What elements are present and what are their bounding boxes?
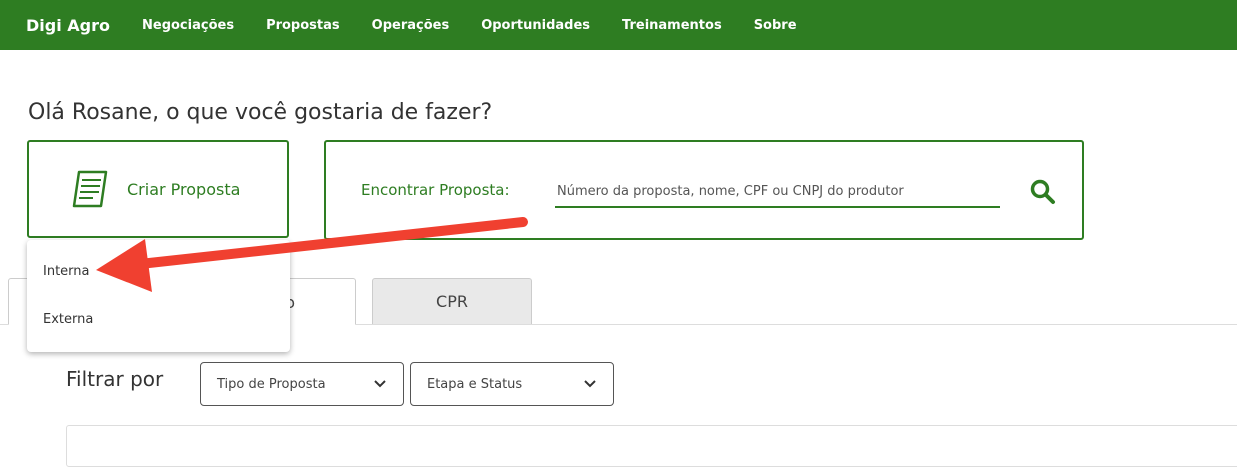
tab-cpr[interactable]: CPR bbox=[372, 278, 532, 324]
document-icon bbox=[72, 170, 108, 208]
nav-item-treinamentos[interactable]: Treinamentos bbox=[622, 18, 722, 33]
nav-item-oportunidades[interactable]: Oportunidades bbox=[481, 18, 590, 33]
proposal-type-select[interactable]: Tipo de Proposta bbox=[200, 362, 404, 406]
chevron-down-icon bbox=[584, 380, 596, 388]
filter-label: Filtrar por bbox=[66, 367, 164, 391]
dropdown-item-interna[interactable]: Interna bbox=[43, 264, 90, 279]
search-input[interactable] bbox=[555, 176, 1000, 208]
select-value: Etapa e Status bbox=[427, 376, 523, 392]
nav-item-negociacoes[interactable]: Negociações bbox=[142, 18, 234, 33]
brand-logo[interactable]: Digi Agro bbox=[26, 16, 110, 35]
page-greeting: Olá Rosane, o que você gostaria de fazer… bbox=[28, 100, 493, 125]
nav-item-operacoes[interactable]: Operações bbox=[372, 18, 450, 33]
find-proposal-label: Encontrar Proposta: bbox=[361, 181, 510, 199]
stage-status-select[interactable]: Etapa e Status bbox=[410, 362, 614, 406]
select-value: Tipo de Proposta bbox=[217, 376, 326, 392]
create-proposal-button[interactable]: Criar Proposta bbox=[27, 140, 289, 238]
nav-item-sobre[interactable]: Sobre bbox=[754, 18, 797, 33]
tab-label: CPR bbox=[436, 292, 468, 311]
create-proposal-label: Criar Proposta bbox=[127, 179, 241, 199]
search-icon[interactable] bbox=[1029, 178, 1057, 206]
chevron-down-icon bbox=[374, 380, 386, 388]
nav-item-propostas[interactable]: Propostas bbox=[266, 18, 340, 33]
find-proposal-panel: Encontrar Proposta: bbox=[324, 140, 1084, 240]
create-proposal-dropdown: Interna Externa bbox=[27, 240, 290, 352]
results-panel bbox=[66, 425, 1237, 467]
top-navbar: Digi Agro Negociações Propostas Operaçõe… bbox=[0, 0, 1237, 50]
dropdown-item-externa[interactable]: Externa bbox=[43, 312, 93, 327]
